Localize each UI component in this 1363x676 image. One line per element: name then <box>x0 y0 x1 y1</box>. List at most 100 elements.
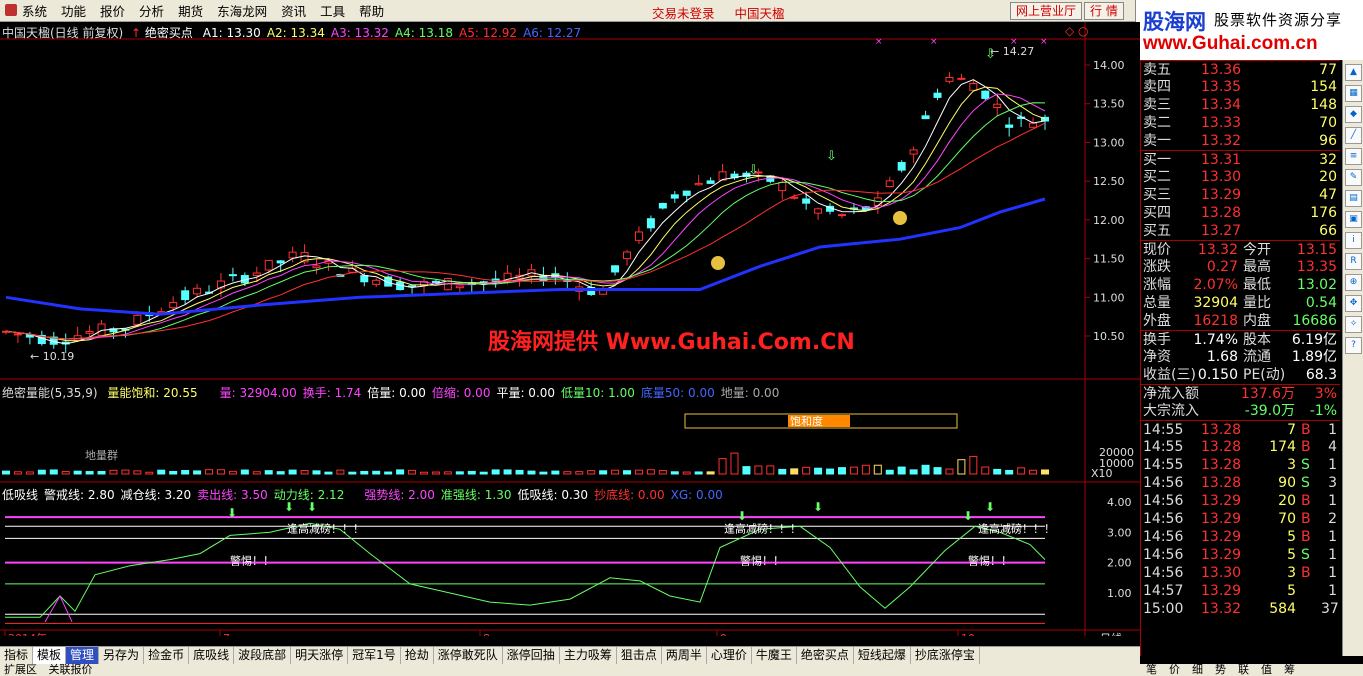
indicator-tab[interactable]: 抄底涨停宝 <box>911 647 980 664</box>
volume-bar <box>921 464 930 475</box>
tick-time: 14:56 <box>1143 511 1184 527</box>
online-office-button[interactable]: 网上营业厅 <box>1010 2 1083 20</box>
menu-function[interactable]: 功能 <box>54 1 93 20</box>
candle-body <box>181 290 190 301</box>
ma-line <box>5 86 1046 342</box>
quote-row: 大宗流入 -39.0万 -1% <box>1141 402 1340 420</box>
tick-price: 13.29 <box>1201 493 1242 509</box>
indicator-tab[interactable]: 绝密买点 <box>797 647 854 664</box>
right-tab[interactable]: 值 <box>1261 664 1272 676</box>
indicator-tab[interactable]: 波段底部 <box>234 647 292 664</box>
menu-news[interactable]: 资讯 <box>274 1 313 20</box>
tool-setting-icon[interactable]: ✧ <box>1345 316 1362 333</box>
indicator-tab[interactable]: 心理价 <box>707 647 752 664</box>
right-tabs: 笔价细势联值筹 <box>1140 664 1363 676</box>
indicator-tab[interactable]: 短线起爆 <box>854 647 911 664</box>
quote-row: 涨幅 2.07% 最低 13.02 <box>1141 276 1340 294</box>
right-tab[interactable]: 价 <box>1169 664 1180 676</box>
volume-bar <box>348 471 357 475</box>
indicator-tab[interactable]: 两周半 <box>662 647 707 664</box>
indicator-tab[interactable]: 另存为 <box>99 647 145 664</box>
menu-analysis[interactable]: 分析 <box>132 1 171 20</box>
menu-tools[interactable]: 工具 <box>313 1 352 20</box>
volume-bar <box>37 469 46 475</box>
bid-price: 13.27 <box>1201 223 1242 239</box>
volume-bar <box>169 470 178 475</box>
quote-row: 买四 13.28 176 <box>1141 204 1340 222</box>
bid-price: 13.30 <box>1201 169 1242 185</box>
candle-body <box>85 330 94 334</box>
indicator-tab[interactable]: 抢劫 <box>401 647 434 664</box>
quote-row: 14:56 13.29 20 B 1 <box>1141 492 1340 510</box>
tick-price: 13.30 <box>1201 565 1242 581</box>
menu-futures[interactable]: 期货 <box>171 1 210 20</box>
quote-value: 0.27 <box>1206 259 1238 275</box>
tick-price: 13.29 <box>1201 547 1242 563</box>
indicator-tab[interactable]: 涨停回抽 <box>503 647 560 664</box>
tick-time: 14:56 <box>1143 547 1184 563</box>
tool-rsi-icon[interactable]: R <box>1345 253 1362 270</box>
volume-bar <box>109 469 118 475</box>
chart-options-icon[interactable]: ◇ ○ <box>1065 24 1089 38</box>
indicator-tab[interactable]: 管理 <box>66 647 100 664</box>
status-related[interactable]: 关联报价 <box>45 663 97 676</box>
volume-bar <box>61 471 70 475</box>
quote-label: 最低 <box>1243 277 1271 293</box>
right-tab[interactable]: 联 <box>1238 664 1249 676</box>
ask-price: 13.33 <box>1201 115 1242 131</box>
tool-calc-icon[interactable]: ▣ <box>1345 211 1362 228</box>
indicator-tabs: 指标 模板 管理 另存为 捡金币 底吸线 波段底部 明天涨停 冠军1号 抢劫 涨停敢死队 涨停回抽 主力… <box>0 646 1140 664</box>
indicator-tab[interactable]: 明天涨停 <box>291 647 349 664</box>
menu-system[interactable]: 系统 <box>0 1 54 20</box>
indicator-tab[interactable]: 捡金币 <box>144 647 190 664</box>
tool-note-icon[interactable]: ▤ <box>1345 190 1362 207</box>
volume-legend-item: 量: 32904.00 <box>219 386 297 400</box>
tool-line-icon[interactable]: ╱ <box>1345 127 1362 144</box>
indicator-tab[interactable]: 模板 <box>33 647 67 664</box>
volume-bar <box>837 467 846 475</box>
candle-body <box>360 275 369 283</box>
indicator-tab[interactable]: 牛魔王 <box>752 647 797 664</box>
stock-name-link[interactable]: 中国天楹 <box>735 3 785 22</box>
quote-row: 14:56 13.29 70 B 2 <box>1141 510 1340 528</box>
tool-chart-icon[interactable]: ◆ <box>1345 106 1362 123</box>
ask-price: 13.35 <box>1201 79 1242 95</box>
quote-button[interactable]: 行 情 <box>1084 2 1124 20</box>
volume-bar <box>814 467 823 475</box>
indicator-tab[interactable]: 狙击点 <box>617 647 662 664</box>
menu-donghai[interactable]: 东海龙网 <box>210 1 274 20</box>
volume-bar <box>849 466 858 475</box>
right-tab[interactable]: 势 <box>1215 664 1226 676</box>
volume-bar <box>563 471 572 475</box>
indicator-tab[interactable]: 冠军1号 <box>348 647 401 664</box>
tool-info-icon[interactable]: i <box>1345 232 1362 249</box>
volume-bar <box>73 470 82 475</box>
tool-pen-icon[interactable]: ✎ <box>1345 169 1362 186</box>
indicator-tab[interactable]: 主力吸筹 <box>560 647 617 664</box>
volume-legend-item: 平量: 0.00 <box>496 386 556 400</box>
tool-list-icon[interactable]: ≡ <box>1345 148 1362 165</box>
menu-quote[interactable]: 报价 <box>93 1 132 20</box>
tick-count: 3 <box>1328 475 1337 491</box>
tool-target-icon[interactable]: ⊕ <box>1345 274 1362 291</box>
candle-body <box>969 82 978 91</box>
indicator-tab[interactable]: 指标 <box>0 647 34 664</box>
indicator-tab[interactable]: 底吸线 <box>189 647 235 664</box>
tool-zoom-icon[interactable]: ▲ <box>1345 64 1362 81</box>
right-tab[interactable]: 细 <box>1192 664 1203 676</box>
right-tab[interactable]: 筹 <box>1284 664 1295 676</box>
trade-login-link[interactable]: 交易未登录 <box>652 3 715 22</box>
tool-grid-icon[interactable]: ▦ <box>1345 85 1362 102</box>
chart-area[interactable]: 14.00 13.50 13.00 12.50 12.00 11.50 11.00 10.50… <box>0 22 1140 636</box>
quote-label: 量比 <box>1243 295 1271 311</box>
volume-bar <box>372 470 381 475</box>
status-expand[interactable]: 扩展区 <box>0 663 41 676</box>
ground-volume-label: 地量群 <box>85 448 118 462</box>
tool-nav-icon[interactable]: ✥ <box>1345 295 1362 312</box>
tick-count: 37 <box>1321 601 1339 617</box>
indicator-tab[interactable]: 涨停敢死队 <box>434 647 503 664</box>
tool-help-icon[interactable]: ? <box>1345 337 1362 354</box>
right-tab[interactable]: 笔 <box>1146 664 1157 676</box>
volume-bar <box>718 458 727 475</box>
menu-help[interactable]: 帮助 <box>352 1 391 20</box>
